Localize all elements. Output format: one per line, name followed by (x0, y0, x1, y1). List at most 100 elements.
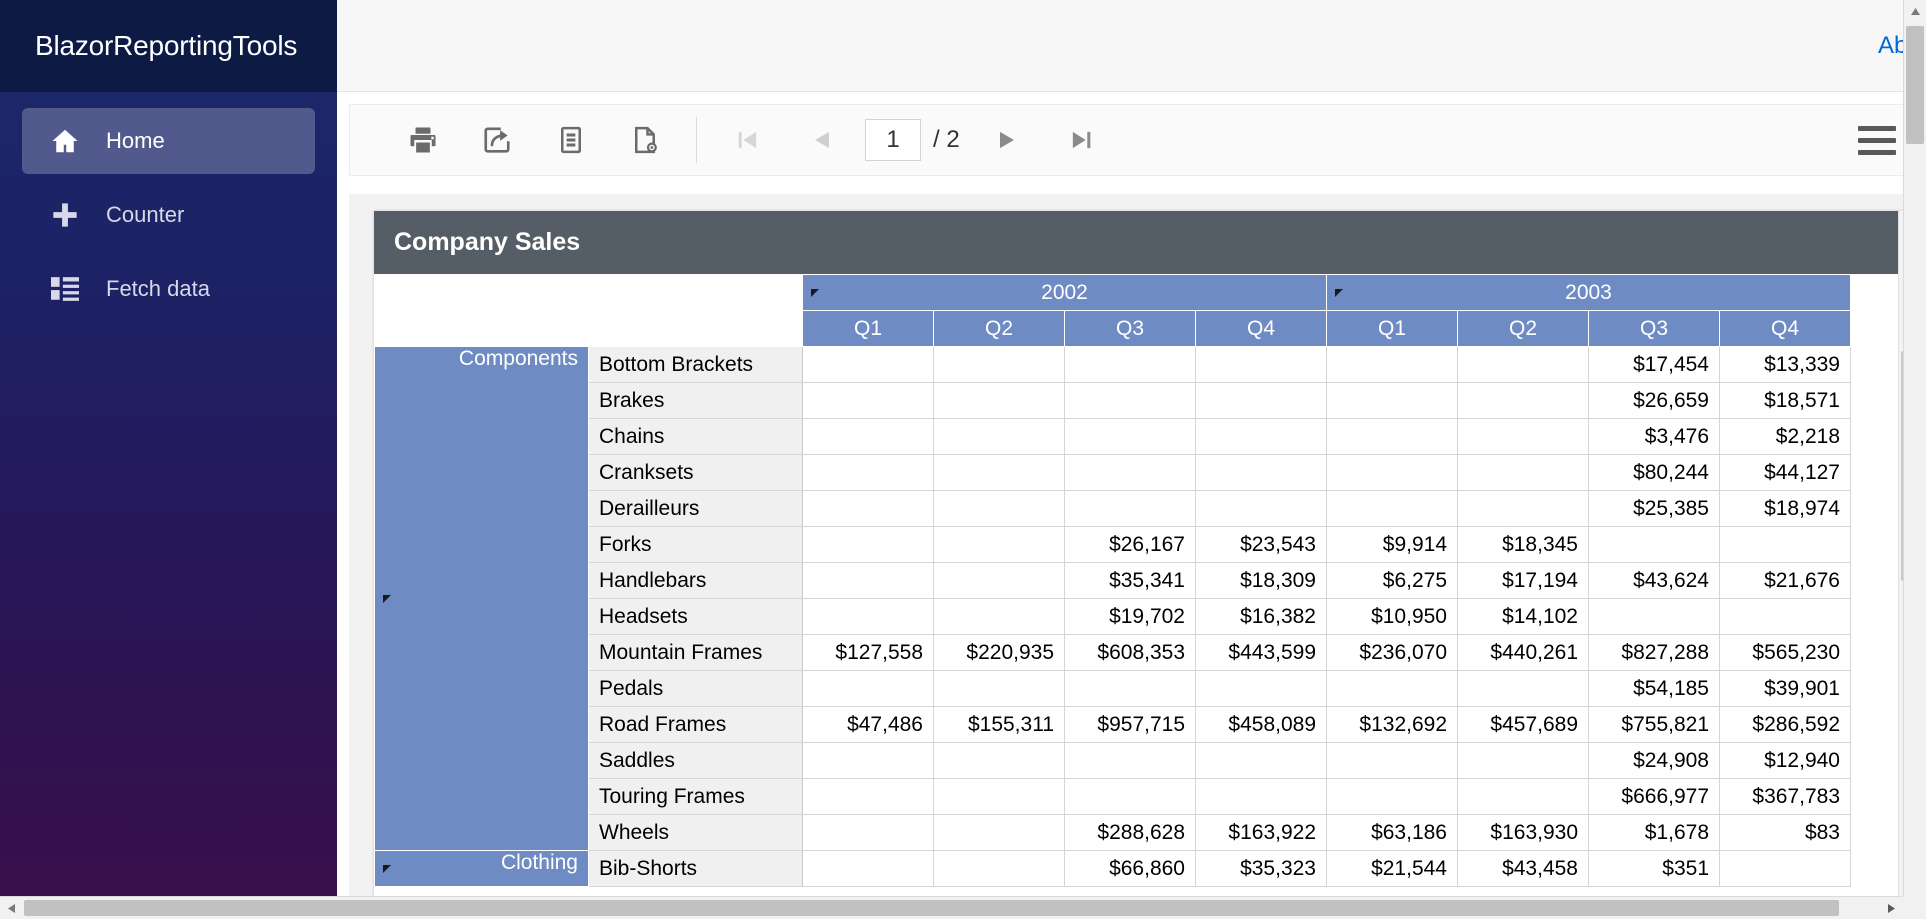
window-horizontal-scrollbar[interactable] (0, 896, 1926, 919)
last-page-button[interactable] (1044, 104, 1118, 176)
sidebar: BlazorReportingTools Home Counter Fetch … (0, 0, 337, 919)
table-row: Derailleurs $25,385 $18,974 (375, 490, 1851, 527)
table-row: Handlebars $35,341 $18,309 $6,275 $17,194 $43… (375, 562, 1851, 599)
row-group-label: Clothing (500, 851, 578, 875)
value-cell: $12,940 (1719, 742, 1851, 779)
sidebar-item-fetch-data[interactable]: Fetch data (22, 256, 315, 322)
pivot-corner (588, 274, 803, 347)
value-cell: $17,194 (1457, 562, 1589, 599)
expand-collapse-icon[interactable] (1335, 288, 1343, 297)
row-item-cell: Derailleurs (588, 490, 803, 527)
expand-collapse-icon[interactable] (383, 594, 391, 603)
value-cell (933, 526, 1065, 563)
row-item-cell: Saddles (588, 742, 803, 779)
window-vertical-scroll-thumb[interactable] (1906, 26, 1924, 144)
column-header-q[interactable]: Q2 (1457, 310, 1589, 347)
value-cell: $26,659 (1588, 382, 1720, 419)
value-cell (933, 382, 1065, 419)
column-header-q[interactable]: Q3 (1064, 310, 1196, 347)
brand-header: BlazorReportingTools (0, 0, 337, 92)
value-cell (1457, 490, 1589, 527)
value-cell: $458,089 (1195, 706, 1327, 743)
report-page: Company Sales 2002 2003 Q1 Q2 Q3 Q4 Q1 Q… (374, 211, 1914, 919)
window-horizontal-scroll-thumb[interactable] (24, 900, 1839, 916)
report-viewer: / 2 (337, 92, 1926, 919)
row-group-label: Components (458, 347, 578, 371)
sidebar-item-home[interactable]: Home (22, 108, 315, 174)
value-cell (1457, 742, 1589, 779)
scroll-up-icon[interactable] (1904, 0, 1926, 23)
document-map-icon (556, 125, 586, 155)
value-cell: $16,382 (1195, 598, 1327, 635)
value-cell: $6,275 (1326, 562, 1458, 599)
value-cell: $25,385 (1588, 490, 1720, 527)
value-cell (1195, 346, 1327, 383)
row-group-cell[interactable]: Components (374, 346, 589, 851)
menu-button[interactable] (1851, 114, 1903, 166)
column-header-q[interactable]: Q1 (1326, 310, 1458, 347)
column-header-q[interactable]: Q4 (1719, 310, 1851, 347)
row-item-cell: Wheels (588, 814, 803, 851)
sidebar-item-label: Home (106, 128, 165, 153)
value-cell (1064, 346, 1196, 383)
value-cell: $43,624 (1588, 562, 1720, 599)
value-cell: $132,692 (1326, 706, 1458, 743)
pivot-head: 2002 2003 Q1 Q2 Q3 Q4 Q1 Q2 Q3 Q4 (374, 274, 1851, 347)
value-cell: $236,070 (1326, 634, 1458, 671)
column-header-q[interactable]: Q1 (802, 310, 934, 347)
value-cell: $155,311 (933, 706, 1065, 743)
value-cell: $18,309 (1195, 562, 1327, 599)
value-cell (1064, 382, 1196, 419)
row-group-cell[interactable]: Clothing (374, 850, 589, 887)
document-map-button[interactable] (534, 104, 608, 176)
parameters-button[interactable] (608, 104, 682, 176)
app-window: BlazorReportingTools Home Counter Fetch … (0, 0, 1926, 919)
column-group-2002[interactable]: 2002 (802, 274, 1327, 311)
window-vertical-scrollbar[interactable] (1903, 0, 1926, 896)
hamburger-bar (1858, 137, 1896, 143)
value-cell (1195, 454, 1327, 491)
scroll-left-icon[interactable] (0, 897, 23, 919)
scroll-right-icon[interactable] (1880, 897, 1903, 919)
column-header-q[interactable]: Q4 (1195, 310, 1327, 347)
expand-collapse-icon[interactable] (383, 864, 391, 873)
value-cell: $43,458 (1457, 850, 1589, 887)
previous-page-icon (808, 126, 836, 154)
value-cell: $2,218 (1719, 418, 1851, 455)
expand-collapse-icon[interactable] (811, 288, 819, 297)
row-item-cell: Chains (588, 418, 803, 455)
value-cell (1457, 418, 1589, 455)
row-item-cell: Road Frames (588, 706, 803, 743)
column-group-2003[interactable]: 2003 (1326, 274, 1851, 311)
value-cell: $26,167 (1064, 526, 1196, 563)
value-cell (802, 670, 934, 707)
report-title: Company Sales (394, 228, 581, 256)
value-cell (802, 598, 934, 635)
table-row: Pedals $54,185 $39,901 (375, 670, 1851, 707)
print-button[interactable] (386, 104, 460, 176)
value-cell: $163,930 (1457, 814, 1589, 851)
export-button[interactable] (460, 104, 534, 176)
page-navigation-group: / 2 (711, 105, 1118, 175)
value-cell: $286,592 (1719, 706, 1851, 743)
value-cell (1195, 778, 1327, 815)
value-cell (1064, 418, 1196, 455)
value-cell: $54,185 (1588, 670, 1720, 707)
sidebar-item-counter[interactable]: Counter (22, 182, 315, 248)
brand-title: BlazorReportingTools (35, 30, 298, 61)
value-cell: $127,558 (802, 634, 934, 671)
value-cell (1719, 850, 1851, 887)
value-cell: $957,715 (1064, 706, 1196, 743)
page-number-input[interactable] (865, 119, 921, 161)
column-header-q[interactable]: Q2 (933, 310, 1065, 347)
value-cell: $18,571 (1719, 382, 1851, 419)
value-cell (802, 562, 934, 599)
next-page-button[interactable] (970, 104, 1044, 176)
row-item-cell: Mountain Frames (588, 634, 803, 671)
column-header-q[interactable]: Q3 (1588, 310, 1720, 347)
previous-page-button[interactable] (785, 104, 859, 176)
value-cell: $10,950 (1326, 598, 1458, 635)
first-page-button[interactable] (711, 104, 785, 176)
table-row: Touring Frames $666,977 $367,783 (375, 778, 1851, 815)
value-cell (1719, 526, 1851, 563)
